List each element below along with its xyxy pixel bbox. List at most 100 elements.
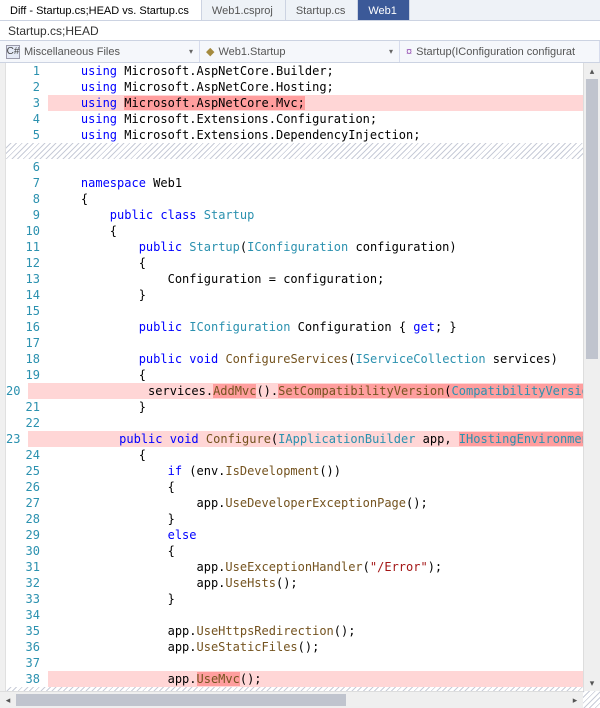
code-line[interactable]: 14 } <box>6 287 600 303</box>
line-text[interactable] <box>48 159 600 175</box>
line-text[interactable]: using Microsoft.AspNetCore.Builder; <box>48 63 600 79</box>
line-text[interactable]: using Microsoft.Extensions.DependencyInj… <box>48 127 600 143</box>
code-line[interactable]: 2 using Microsoft.AspNetCore.Hosting; <box>6 79 600 95</box>
code-line[interactable]: 35 app.UseHttpsRedirection(); <box>6 623 600 639</box>
code-line[interactable]: 10 { <box>6 223 600 239</box>
code-line[interactable]: 25 if (env.IsDevelopment()) <box>6 463 600 479</box>
tab-startup[interactable]: Startup.cs <box>286 0 359 20</box>
line-text[interactable]: { <box>48 479 600 495</box>
tab-csproj[interactable]: Web1.csproj <box>202 0 286 20</box>
scroll-left-icon[interactable]: ◂ <box>0 692 16 708</box>
code-body[interactable]: 1 using Microsoft.AspNetCore.Builder;2 u… <box>6 63 600 708</box>
code-line[interactable]: 37 <box>6 655 600 671</box>
code-line[interactable]: 29 else <box>6 527 600 543</box>
code-line[interactable]: 27 app.UseDeveloperExceptionPage(); <box>6 495 600 511</box>
code-editor[interactable]: 1 using Microsoft.AspNetCore.Builder;2 u… <box>0 63 600 708</box>
code-line[interactable]: 20 services.AddMvc().SetCompatibilityVer… <box>6 383 600 399</box>
line-text[interactable] <box>48 335 600 351</box>
code-line[interactable]: 23 public void Configure(IApplicationBui… <box>6 431 600 447</box>
line-text[interactable] <box>48 607 600 623</box>
code-line[interactable]: 32 app.UseHsts(); <box>6 575 600 591</box>
line-number: 18 <box>6 351 48 367</box>
class-dropdown[interactable]: ◆ Web1.Startup ▾ <box>200 41 400 62</box>
code-line[interactable]: 5 using Microsoft.Extensions.DependencyI… <box>6 127 600 143</box>
line-text[interactable]: } <box>48 591 600 607</box>
line-text[interactable]: } <box>48 287 600 303</box>
code-line[interactable]: 12 { <box>6 255 600 271</box>
code-line[interactable]: 16 public IConfiguration Configuration {… <box>6 319 600 335</box>
code-line[interactable]: 33 } <box>6 591 600 607</box>
vertical-scroll-thumb[interactable] <box>586 79 598 359</box>
horizontal-scrollbar[interactable]: ◂ ▸ <box>0 691 583 708</box>
line-number: 5 <box>6 127 48 143</box>
line-text[interactable]: public void ConfigureServices(IServiceCo… <box>48 351 600 367</box>
code-line[interactable]: 19 { <box>6 367 600 383</box>
code-line[interactable]: 8 { <box>6 191 600 207</box>
horizontal-scroll-thumb[interactable] <box>16 694 346 706</box>
code-line[interactable]: 26 { <box>6 479 600 495</box>
tab-diff[interactable]: Diff - Startup.cs;HEAD vs. Startup.cs <box>0 0 202 20</box>
line-number: 6 <box>6 159 48 175</box>
line-text[interactable]: { <box>48 367 600 383</box>
line-text[interactable]: using Microsoft.Extensions.Configuration… <box>48 111 600 127</box>
member-dropdown[interactable]: ¤ Startup(IConfiguration configurat <box>400 41 600 62</box>
code-line[interactable]: 34 <box>6 607 600 623</box>
line-text[interactable]: public class Startup <box>48 207 600 223</box>
line-text[interactable]: public IConfiguration Configuration { ge… <box>48 319 600 335</box>
code-line[interactable]: 6 <box>6 159 600 175</box>
line-text[interactable] <box>48 655 600 671</box>
line-text[interactable]: if (env.IsDevelopment()) <box>48 463 600 479</box>
line-number: 34 <box>6 607 48 623</box>
scroll-up-icon[interactable]: ▴ <box>584 63 600 79</box>
code-line[interactable]: 31 app.UseExceptionHandler("/Error"); <box>6 559 600 575</box>
line-text[interactable]: { <box>48 447 600 463</box>
code-line[interactable]: 38 app.UseMvc(); <box>6 671 600 687</box>
line-text[interactable]: app.UseExceptionHandler("/Error"); <box>48 559 600 575</box>
line-text[interactable]: app.UseHttpsRedirection(); <box>48 623 600 639</box>
line-text[interactable]: app.UseDeveloperExceptionPage(); <box>48 495 600 511</box>
code-line[interactable]: 17 <box>6 335 600 351</box>
line-number: 16 <box>6 319 48 335</box>
line-number: 30 <box>6 543 48 559</box>
line-text[interactable] <box>48 415 600 431</box>
line-text[interactable]: { <box>48 543 600 559</box>
scroll-right-icon[interactable]: ▸ <box>567 692 583 708</box>
line-text[interactable]: { <box>48 191 600 207</box>
code-line[interactable]: 13 Configuration = configuration; <box>6 271 600 287</box>
code-line[interactable]: 15 <box>6 303 600 319</box>
line-text[interactable]: app.UseStaticFiles(); <box>48 639 600 655</box>
code-line[interactable]: 22 <box>6 415 600 431</box>
line-text[interactable]: else <box>48 527 600 543</box>
scroll-down-icon[interactable]: ▾ <box>584 675 600 691</box>
code-line[interactable]: 24 { <box>6 447 600 463</box>
line-text[interactable]: services.AddMvc().SetCompatibilityVersio… <box>28 383 600 399</box>
tab-web1[interactable]: Web1 <box>358 0 410 20</box>
code-line[interactable]: 1 using Microsoft.AspNetCore.Builder; <box>6 63 600 79</box>
line-text[interactable]: } <box>48 399 600 415</box>
line-text[interactable]: { <box>48 255 600 271</box>
line-text[interactable]: app.UseHsts(); <box>48 575 600 591</box>
code-line[interactable]: 11 public Startup(IConfiguration configu… <box>6 239 600 255</box>
code-line[interactable]: 4 using Microsoft.Extensions.Configurati… <box>6 111 600 127</box>
line-text[interactable] <box>48 303 600 319</box>
code-line[interactable]: 21 } <box>6 399 600 415</box>
line-text[interactable]: { <box>48 223 600 239</box>
line-text[interactable]: Configuration = configuration; <box>48 271 600 287</box>
code-line[interactable]: 7 namespace Web1 <box>6 175 600 191</box>
line-text[interactable]: app.UseMvc(); <box>48 671 600 687</box>
scope-dropdown[interactable]: C# Miscellaneous Files ▾ <box>0 41 200 62</box>
code-line[interactable]: 28 } <box>6 511 600 527</box>
line-text[interactable]: namespace Web1 <box>48 175 600 191</box>
line-number: 32 <box>6 575 48 591</box>
line-text[interactable]: using Microsoft.AspNetCore.Hosting; <box>48 79 600 95</box>
code-line[interactable]: 36 app.UseStaticFiles(); <box>6 639 600 655</box>
line-text[interactable]: public Startup(IConfiguration configurat… <box>48 239 600 255</box>
code-line[interactable]: 9 public class Startup <box>6 207 600 223</box>
line-text[interactable]: using Microsoft.AspNetCore.Mvc; <box>48 95 600 111</box>
code-line[interactable]: 3 using Microsoft.AspNetCore.Mvc; <box>6 95 600 111</box>
code-line[interactable]: 30 { <box>6 543 600 559</box>
line-text[interactable]: public void Configure(IApplicationBuilde… <box>28 431 600 447</box>
vertical-scrollbar[interactable]: ▴ ▾ <box>583 63 600 691</box>
code-line[interactable]: 18 public void ConfigureServices(IServic… <box>6 351 600 367</box>
line-text[interactable]: } <box>48 511 600 527</box>
